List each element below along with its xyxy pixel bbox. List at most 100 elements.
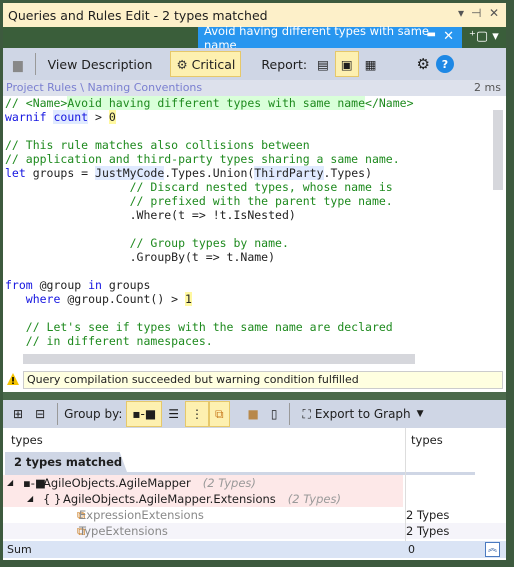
row-count: (2 Types) — [202, 476, 256, 490]
chevron-down-icon: ▼ — [416, 409, 424, 419]
pin-tab-icon[interactable]: ▬ — [427, 29, 436, 40]
help-icon[interactable]: ? — [435, 55, 454, 73]
code-token: .Types) — [323, 166, 373, 180]
code-token: // prefixed with the parent type name. — [5, 194, 393, 208]
horizontal-scrollbar[interactable] — [5, 352, 490, 366]
row-label: TypeExtensions — [79, 524, 168, 538]
code-token: 1 — [185, 292, 192, 306]
code-token: 0 — [108, 110, 116, 124]
close-tab-icon[interactable]: ✕ — [443, 29, 454, 44]
row-label: AgileObjects.AgileMapper — [43, 476, 191, 490]
code-token: warnif — [5, 110, 47, 124]
code-token: // Group types by name. — [5, 236, 289, 250]
row-name: TypeExtensions — [79, 523, 180, 539]
row-label: AgileObjects.AgileMapper.Extensions — [63, 492, 276, 506]
collapse-panel-icon[interactable]: ︽ — [485, 542, 500, 557]
column-header-types[interactable]: types — [11, 433, 43, 447]
code-line: // Discard nested types, whose name is — [5, 180, 490, 194]
code-token: groups — [101, 278, 151, 292]
code-token: ThirdParty — [254, 166, 324, 180]
row-name: AgileObjects.AgileMapper.Extensions (2 Ty… — [63, 491, 341, 507]
save-icon[interactable]: ▆ — [7, 51, 29, 77]
vertical-scrollbar[interactable] — [490, 96, 506, 353]
result-row[interactable]: ◢ ▪-■ AgileObjects.AgileMapper (2 Types) — [3, 475, 403, 491]
sum-value: 0 — [408, 543, 415, 556]
critical-label: Critical — [191, 56, 236, 72]
row-value: 2 Types — [406, 524, 450, 538]
query-time: 2 ms — [474, 81, 501, 94]
tab-strip: Avoid having different types with same n… — [3, 24, 506, 52]
expander-icon[interactable]: ◢ — [7, 475, 13, 491]
code-line: warnif count > 0 — [5, 110, 490, 124]
row-name: AgileObjects.AgileMapper (2 Types) — [43, 475, 256, 491]
code-token: in — [88, 278, 102, 292]
divider — [289, 403, 291, 425]
code-token: from — [5, 278, 33, 292]
export-to-graph-button[interactable]: ⛶ Export to Graph ▼ — [296, 401, 429, 427]
report-window-icon[interactable]: ▣ — [334, 51, 359, 77]
breadcrumb: Project Rules \ Naming Conventions 2 ms — [3, 80, 506, 96]
group-class-icon[interactable]: ⧉ — [208, 401, 230, 427]
column-divider[interactable] — [405, 428, 406, 558]
warning-icon — [7, 373, 19, 385]
code-token: let — [5, 166, 26, 180]
expand-all-icon[interactable]: ⊞ — [7, 401, 29, 427]
report-chart-icon[interactable]: ▤ — [311, 51, 335, 77]
status-message: Query compilation succeeded but warning … — [23, 371, 503, 389]
row-value: 2 Types — [406, 508, 450, 522]
report-label: Report: — [261, 56, 308, 72]
expander-icon[interactable]: ◢ — [27, 491, 33, 507]
result-row[interactable]: ⧉ TypeExtensions 2 Types — [3, 523, 506, 539]
breadcrumb-path[interactable]: Project Rules \ Naming Conventions — [6, 81, 202, 94]
file-icon[interactable]: ▯ — [265, 401, 284, 427]
critical-button[interactable]: ⚙ Critical — [170, 51, 242, 77]
code-token: // Let's see if types with the same name… — [5, 320, 393, 334]
report-grid-icon[interactable]: ▦ — [359, 51, 383, 77]
code-token: .Types.Union( — [164, 166, 255, 180]
code-line: // prefixed with the parent type name. — [5, 194, 490, 208]
code-token: > — [88, 110, 109, 124]
code-line: .GroupBy(t => t.Name) — [5, 250, 490, 264]
queries-rules-edit-window: Queries and Rules Edit - 2 types matched… — [3, 3, 506, 560]
namespace-icon: { } — [43, 492, 62, 506]
sum-label: Sum — [7, 543, 32, 556]
result-row[interactable]: ⧉ ExpressionExtensions 2 Types — [3, 507, 506, 523]
gear-icon: ⚙ — [176, 56, 188, 72]
group-namespace-icon[interactable]: ☰ — [162, 401, 185, 427]
splitter[interactable] — [3, 392, 506, 400]
code-token: groups = — [25, 166, 96, 180]
scroll-thumb[interactable] — [23, 354, 415, 364]
scroll-thumb[interactable] — [493, 110, 503, 190]
editor-toolbar: ▆ View Description ⚙ Critical Report: ▤ ▣… — [3, 48, 506, 80]
code-line: // in different namespaces. — [5, 334, 490, 348]
group-by-label: Group by: — [64, 407, 123, 421]
column-header-count[interactable]: types — [411, 433, 443, 447]
result-row[interactable]: ◢ { } AgileObjects.AgileMapper.Extensions (… — [3, 491, 403, 507]
code-token: where — [25, 292, 61, 306]
dropdown-icon[interactable]: ▾ — [458, 6, 464, 20]
folder-icon[interactable]: ■ — [242, 401, 265, 427]
group-assembly-icon[interactable]: ▪-■ — [126, 401, 163, 427]
code-line: where @group.Count() > 1 — [5, 292, 490, 306]
pin-icon[interactable]: ⊣ — [471, 6, 481, 20]
code-token: // in different namespaces. — [5, 334, 213, 348]
code-token: Avoid having different types with same n… — [67, 96, 366, 110]
view-description-button[interactable]: View Description — [42, 51, 159, 77]
code-token: .Where(t => !t.IsNested) — [5, 208, 296, 222]
code-token: @group.Count() > — [60, 292, 186, 306]
window-title: Queries and Rules Edit - 2 types matched — [8, 7, 268, 23]
code-editor[interactable]: // <Name>Avoid having different types wi… — [5, 96, 490, 352]
close-icon[interactable]: ✕ — [489, 6, 499, 20]
matched-tab[interactable]: 2 types matched — [5, 452, 127, 472]
row-label: ExpressionExtensions — [79, 508, 204, 522]
collapse-all-icon[interactable]: ⊟ — [29, 401, 51, 427]
group-type-icon[interactable]: ⋮ — [184, 401, 209, 427]
settings-icon[interactable]: ⚙ — [411, 51, 436, 77]
new-tab-icon[interactable]: ⁺▢ ▾ — [469, 29, 499, 44]
export-label: Export to Graph — [314, 407, 411, 421]
code-token: // This rule matches also collisions bet… — [5, 138, 310, 152]
tab-rule[interactable]: Avoid having different types with same n… — [198, 24, 462, 52]
code-token: // Discard nested types, whose name is — [5, 180, 393, 194]
code-line: // Group types by name. — [5, 236, 490, 250]
